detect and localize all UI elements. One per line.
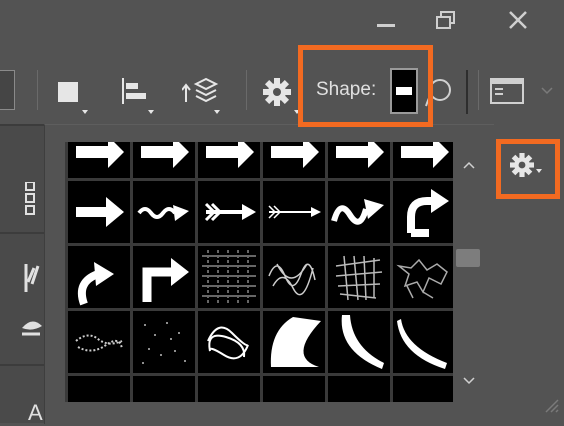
texture-scribble-icon — [268, 263, 316, 296]
frame-banner-icon — [263, 376, 325, 402]
arrow-shape-icon — [76, 142, 124, 168]
shape-cell-texture-grid[interactable] — [198, 246, 260, 308]
shape-highlight — [298, 45, 433, 127]
arrange-layers-icon[interactable] — [182, 76, 220, 110]
left-toolbar: A — [0, 124, 44, 426]
arrow-curved-up-right-icon — [77, 262, 114, 306]
shape-cell-frame-banner[interactable] — [198, 376, 260, 402]
texture-specks-icon — [142, 322, 186, 364]
brush-tool-icon[interactable] — [22, 262, 44, 298]
arrow-bent-up-right-icon — [142, 258, 189, 302]
shape-cell-shape-crescent-left[interactable] — [263, 311, 325, 373]
partial-field[interactable] — [0, 70, 15, 110]
arrow-u-turn-icon — [407, 189, 449, 237]
shape-cell-arrow-feathered[interactable] — [198, 181, 260, 243]
shape-cell-shape-curve-stroke[interactable] — [393, 311, 453, 373]
close-icon — [509, 11, 527, 29]
align-icon[interactable] — [120, 76, 148, 106]
texture-crackle-icon — [396, 258, 448, 299]
restore-icon — [436, 11, 455, 29]
shape-cell-arrow-squiggle[interactable] — [328, 181, 390, 243]
shape-cell-arrow-right[interactable] — [68, 181, 130, 243]
shape-cell-texture-crackle[interactable] — [393, 246, 453, 308]
minimize-icon — [377, 23, 395, 27]
frame-banner-icon — [198, 376, 260, 402]
shape-cell-texture-specks[interactable] — [133, 311, 195, 373]
texture-knot-icon — [207, 326, 249, 360]
shape-curve-sweep-icon — [341, 315, 384, 369]
scroll-thumb[interactable] — [456, 249, 480, 267]
frame-banner-icon — [393, 376, 453, 402]
shape-cell-arrow-u-turn[interactable] — [393, 181, 453, 243]
arrow-shape-icon — [336, 142, 384, 168]
shape-curve-stroke-icon — [397, 319, 447, 369]
shape-cell-frame-banner[interactable] — [133, 376, 195, 402]
shape-cell-arrow-bent-up-right[interactable] — [133, 246, 195, 308]
shape-grid — [65, 142, 453, 402]
arrow-right-icon — [76, 197, 124, 227]
shape-cell-arrow-curved-up-right[interactable] — [68, 246, 130, 308]
panel-icon[interactable] — [490, 78, 524, 104]
fill-icon[interactable] — [58, 82, 78, 102]
shape-cell-frame-banner[interactable] — [328, 376, 390, 402]
shape-cell-arrow-shape[interactable] — [133, 142, 195, 178]
minimize-button[interactable] — [356, 4, 416, 36]
resize-grip-icon[interactable] — [542, 396, 560, 414]
shape-cell-arrow-wavy[interactable] — [133, 181, 195, 243]
shape-cell-arrow-shape[interactable] — [393, 142, 453, 178]
frame-banner-icon — [328, 376, 390, 402]
close-button[interactable] — [488, 4, 548, 36]
eyedropper-tool-icon[interactable] — [20, 316, 44, 338]
grid-tool-icon[interactable] — [24, 182, 38, 216]
shape-cell-shape-curve-sweep[interactable] — [328, 311, 390, 373]
frame-banner-icon — [133, 376, 195, 402]
chevron-down-icon[interactable] — [462, 376, 476, 386]
shape-crescent-left-icon — [270, 317, 321, 367]
arrow-shape-icon — [206, 142, 254, 168]
shape-scrollbar[interactable] — [454, 142, 484, 402]
shape-cell-texture-net[interactable] — [328, 246, 390, 308]
shape-cell-arrow-shape[interactable] — [198, 142, 260, 178]
arrow-shape-icon — [271, 142, 319, 168]
gear-icon[interactable] — [263, 78, 291, 106]
arrow-wavy-icon — [137, 205, 189, 221]
texture-dust-icon — [75, 334, 123, 352]
shape-cell-arrow-shape[interactable] — [328, 142, 390, 178]
texture-net-icon — [335, 255, 383, 301]
chevron-up-icon[interactable] — [462, 160, 476, 170]
arrow-squiggle-icon — [331, 199, 384, 225]
texture-grid-icon — [202, 250, 256, 304]
title-bar — [0, 0, 564, 42]
shape-cell-texture-scribble[interactable] — [263, 246, 325, 308]
arrow-feathered-icon — [204, 202, 256, 222]
shape-cell-frame-banner[interactable] — [263, 376, 325, 402]
shape-cell-arrow-shape[interactable] — [263, 142, 325, 178]
shape-cell-texture-knot[interactable] — [198, 311, 260, 373]
text-tool-icon[interactable]: A — [28, 400, 43, 426]
shape-cell-texture-dust[interactable] — [68, 311, 130, 373]
frame-banner-icon — [68, 376, 130, 402]
arrow-shape-icon — [141, 142, 189, 168]
shape-cell-arrow-shape[interactable] — [68, 142, 130, 178]
chevron-down-icon[interactable] — [540, 86, 554, 96]
arrow-feathered-thin-icon — [268, 205, 321, 219]
arrow-shape-icon — [401, 142, 449, 168]
shape-cell-frame-banner[interactable] — [393, 376, 453, 402]
restore-button[interactable] — [416, 4, 476, 36]
settings-highlight — [496, 139, 560, 199]
shape-cell-arrow-feathered-thin[interactable] — [263, 181, 325, 243]
shape-cell-frame-banner[interactable] — [68, 376, 130, 402]
